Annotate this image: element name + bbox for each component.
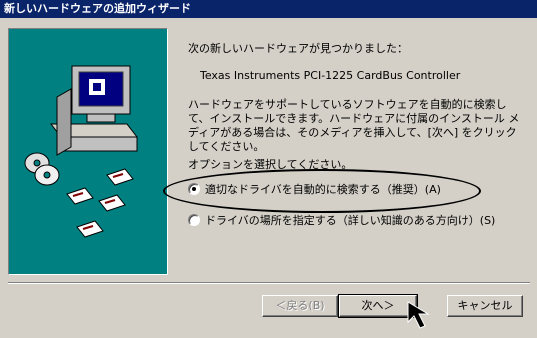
cancel-button[interactable]: キャンセル <box>447 295 523 317</box>
wizard-heading: 次の新しいハードウェアが見つかりました： <box>188 42 408 55</box>
window-title: 新しいハードウェアの追加ウィザード <box>4 2 191 15</box>
window-titlebar: 新しいハードウェアの追加ウィザード <box>0 0 537 18</box>
highlight-ellipse <box>163 169 481 213</box>
divider-highlight <box>8 283 530 284</box>
specify-location-radio[interactable] <box>188 214 200 226</box>
device-name: Texas Instruments PCI-1225 CardBus Contr… <box>200 69 461 82</box>
wizard-illustration-panel <box>8 28 168 275</box>
mouse-pointer-icon <box>407 301 430 329</box>
computer-with-discs-icon <box>24 65 139 238</box>
specify-location-label[interactable]: ドライバの場所を指定する（詳しい知識のある方向け）(S) <box>205 212 495 228</box>
back-button[interactable]: ＜戻る(B) <box>262 295 338 317</box>
wizard-description: ハードウェアをサポートしているソフトウェアを自動的に検索して、インストールできま… <box>188 98 520 153</box>
